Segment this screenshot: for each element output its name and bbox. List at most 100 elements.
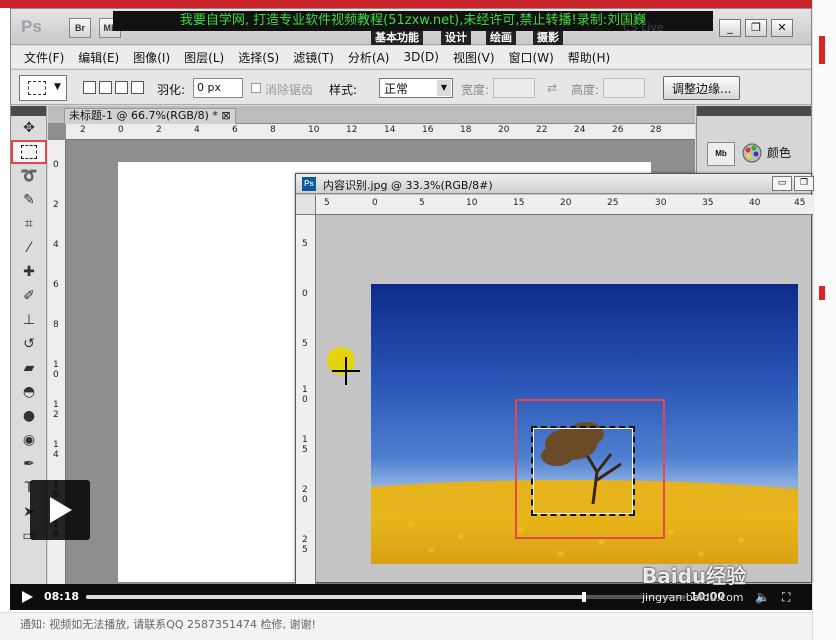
style-select[interactable]: 正常 ▼: [379, 78, 453, 98]
menu-bar: 文件(F) 编辑(E) 图像(I) 图层(L) 选择(S) 滤镜(T) 分析(A…: [11, 46, 811, 68]
menu-select[interactable]: 选择(S): [231, 49, 286, 66]
marquee-selection[interactable]: [531, 426, 635, 516]
tool-preset-picker[interactable]: ▼: [19, 75, 67, 101]
play-icon: [50, 497, 72, 523]
playback-notice: 通知: 视频如无法播放, 请联系QQ 2587351474 检修, 谢谢!: [0, 612, 812, 640]
image-document-window: Ps 内容识别.jpg @ 33.3%(RGB/8#) ▭ ❐ 5 0 5 10…: [295, 173, 814, 584]
menu-3d[interactable]: 3D(D): [396, 50, 445, 64]
add-selection-icon[interactable]: [99, 81, 112, 94]
crop-tool-icon[interactable]: ⌗: [11, 212, 47, 236]
feather-input[interactable]: 0 px: [193, 78, 243, 98]
feather-label: 羽化:: [157, 83, 186, 97]
tab-close-icon[interactable]: ⊠: [221, 109, 230, 122]
history-brush-tool-icon[interactable]: ↺: [11, 332, 47, 356]
ruler-label: 2 5: [302, 535, 308, 555]
healing-brush-tool-icon[interactable]: ✚: [11, 260, 47, 284]
workspace-tab-photography[interactable]: 摄影: [533, 31, 563, 45]
document-tab[interactable]: 未标题-1 @ 66.7%(RGB/8) * ⊠: [64, 108, 236, 124]
blur-tool-icon[interactable]: ●: [11, 404, 47, 428]
ruler-label: 30: [655, 198, 667, 208]
ruler-label: 10: [466, 198, 478, 208]
workspace-tab-painting[interactable]: 绘画: [486, 31, 516, 45]
baidu-watermark: Baidu经验 jingyan.baidu.com: [642, 560, 802, 610]
ruler-label: 1 5: [302, 435, 308, 455]
minimize-icon[interactable]: _: [719, 19, 741, 37]
toolbox-grip[interactable]: [11, 106, 46, 116]
move-tool-icon[interactable]: ✥: [11, 116, 47, 140]
ruler-label: 0: [302, 289, 308, 299]
menu-file[interactable]: 文件(F): [17, 49, 71, 66]
ruler-label: 5: [302, 339, 308, 349]
ruler-label: 1 4: [53, 440, 59, 460]
color-palette-icon[interactable]: [741, 142, 763, 164]
chevron-down-icon: ▼: [54, 82, 61, 92]
page-top-strip: [0, 0, 836, 8]
lasso-tool-icon[interactable]: ➰: [11, 164, 47, 188]
ruler-label: 2: [156, 125, 162, 135]
ruler-label: 1 0: [302, 385, 308, 405]
ruler-label: 4: [53, 240, 59, 250]
menu-analysis[interactable]: 分析(A): [341, 49, 397, 66]
ruler-label: 0: [118, 125, 124, 135]
antialias-checkbox[interactable]: [251, 83, 261, 93]
play-overlay-button[interactable]: [30, 480, 90, 540]
eraser-tool-icon[interactable]: ▰: [11, 356, 47, 380]
intersect-selection-icon[interactable]: [131, 81, 144, 94]
play-icon[interactable]: [22, 591, 33, 603]
ruler-label: 24: [574, 125, 586, 135]
minibridge-panel-button[interactable]: Mb: [707, 142, 735, 166]
brush-tool-icon[interactable]: ✐: [11, 284, 47, 308]
image-vertical-ruler: 5 0 5 1 0 1 5 2 0 2 5: [296, 215, 316, 584]
width-label: 宽度:: [461, 83, 490, 97]
eyedropper-tool-icon[interactable]: ⁄: [11, 236, 47, 260]
workspace-tab-essentials[interactable]: 基本功能: [371, 31, 423, 45]
menu-window[interactable]: 窗口(W): [502, 49, 561, 66]
refine-edge-button[interactable]: 调整边缘...: [663, 76, 741, 100]
pen-tool-icon[interactable]: ✒: [11, 452, 47, 476]
image-horizontal-ruler: 5 0 5 10 15 20 25 30 35 40 45: [316, 195, 813, 215]
ps-doc-icon: Ps: [302, 177, 316, 191]
app-titlebar: Ps Br Mb 我要自学网, 打造专业软件视频教程(51zxw.net),未经…: [11, 9, 811, 45]
ruler-origin[interactable]: [296, 195, 316, 215]
rect-marquee-tool-icon[interactable]: [11, 140, 47, 164]
menu-view[interactable]: 视图(V): [446, 49, 502, 66]
height-input[interactable]: [603, 78, 645, 98]
seek-handle[interactable]: [582, 592, 586, 602]
color-panel-label[interactable]: 颜色: [767, 144, 791, 161]
ruler-label: 2: [53, 200, 59, 210]
width-input[interactable]: [493, 78, 535, 98]
ruler-label: 2: [80, 125, 86, 135]
ruler-label: 0: [53, 160, 59, 170]
seek-bar[interactable]: [86, 592, 686, 602]
paint-bucket-tool-icon[interactable]: ◓: [11, 380, 47, 404]
stamp-tool-icon[interactable]: ⊥: [11, 308, 47, 332]
minimize-icon[interactable]: ▭: [772, 176, 792, 191]
close-icon[interactable]: ✕: [771, 19, 793, 37]
subtract-selection-icon[interactable]: [115, 81, 128, 94]
image-window-title: 内容识别.jpg @ 33.3%(RGB/8#): [323, 179, 493, 192]
workspace-tab-design[interactable]: 设计: [441, 31, 471, 45]
chevron-down-icon: ▼: [437, 80, 451, 96]
bridge-button[interactable]: Br: [69, 18, 91, 38]
document-tab-title: 未标题-1 @ 66.7%(RGB/8) *: [69, 109, 218, 122]
menu-layer[interactable]: 图层(L): [177, 49, 231, 66]
dodge-tool-icon[interactable]: ◉: [11, 428, 47, 452]
document-tab-bar: 未标题-1 @ 66.7%(RGB/8) * ⊠: [48, 106, 695, 124]
menu-filter[interactable]: 滤镜(T): [286, 49, 341, 66]
cs-live-label[interactable]: CS Live: [623, 21, 664, 34]
horizontal-ruler: 2 0 2 4 6 8 10 12 14 16 18 20 22 24 26 2…: [66, 124, 695, 140]
quick-select-tool-icon[interactable]: ✎: [11, 188, 47, 212]
image-window-titlebar[interactable]: Ps 内容识别.jpg @ 33.3%(RGB/8#) ▭ ❐: [296, 174, 814, 194]
marquee-glyph: [21, 145, 37, 159]
menu-edit[interactable]: 编辑(E): [71, 49, 126, 66]
ruler-label: 6: [53, 280, 59, 290]
restore-icon[interactable]: ❐: [794, 176, 814, 191]
panel-dock-header[interactable]: [697, 106, 811, 116]
menu-help[interactable]: 帮助(H): [561, 49, 617, 66]
menu-image[interactable]: 图像(I): [126, 49, 177, 66]
ruler-label: 5: [419, 198, 425, 208]
restore-icon[interactable]: ❐: [745, 19, 767, 37]
sidebar-red-accent: [819, 36, 825, 64]
swap-icon[interactable]: ⇄: [547, 81, 557, 95]
new-selection-icon[interactable]: [83, 81, 96, 94]
